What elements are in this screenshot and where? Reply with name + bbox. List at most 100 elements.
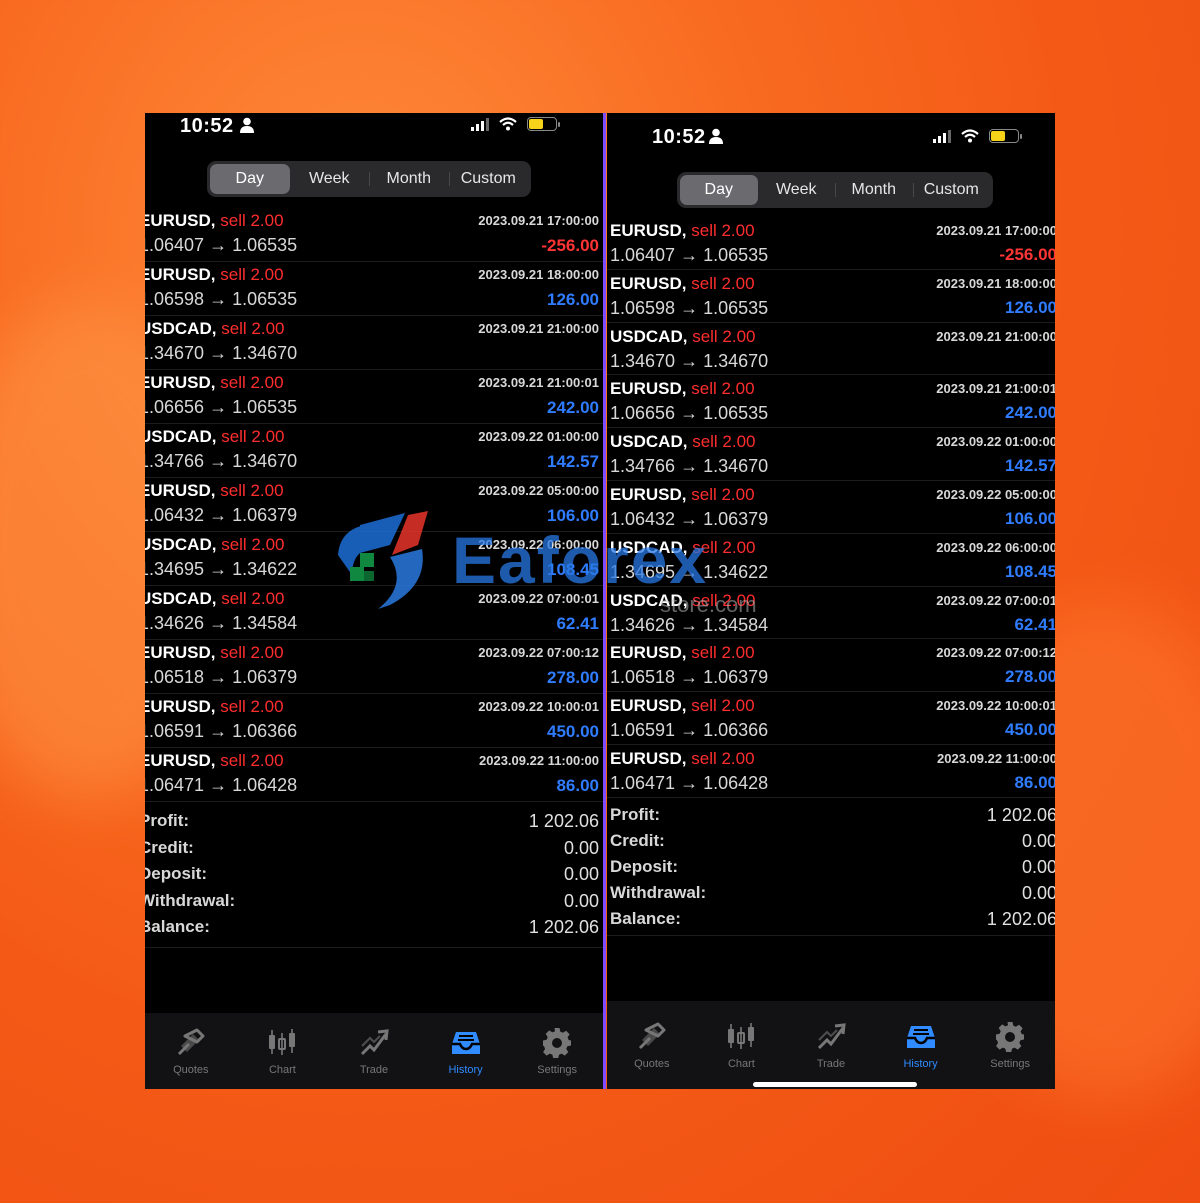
trade-prices: 1.06591 → 1.06366 bbox=[610, 720, 769, 741]
trade-prices: 1.34626 → 1.34584 bbox=[145, 613, 298, 633]
segment-week[interactable]: Week bbox=[290, 164, 370, 194]
trade-row[interactable]: USDCAD, sell 2.00 2023.09.22 01:00:00 1.34… bbox=[145, 424, 603, 478]
trade-symbol: USDCAD, sell 2.00 bbox=[145, 319, 285, 338]
trade-row[interactable]: USDCAD, sell 2.00 2023.09.22 01:00:00 1.34… bbox=[607, 428, 1055, 481]
tab-chart[interactable]: Chart bbox=[697, 1001, 787, 1089]
trade-prices: 1.06407 → 1.06535 bbox=[145, 235, 298, 255]
trade-row[interactable]: EURUSD, sell 2.00 2023.09.22 11:00:00 1.06… bbox=[607, 745, 1055, 798]
trade-row[interactable]: EURUSD, sell 2.00 2023.09.22 10:00:01 1.06… bbox=[145, 694, 603, 748]
tab-label: History bbox=[448, 1064, 483, 1076]
segment-custom[interactable]: Custom bbox=[448, 164, 529, 194]
trade-side: sell 2.00 bbox=[220, 643, 284, 662]
summary-value: 0.00 bbox=[1021, 857, 1055, 877]
summary-value: 1 202.06 bbox=[528, 917, 599, 937]
summary-row: Credit: 0.00 bbox=[607, 828, 1055, 854]
summary-value: 0.00 bbox=[563, 837, 599, 858]
trade-time: 2023.09.22 11:00:00 bbox=[479, 753, 599, 768]
person-icon bbox=[240, 117, 254, 133]
tab-settings[interactable]: Settings bbox=[965, 1001, 1055, 1089]
tab-quotes[interactable]: Quotes bbox=[145, 1013, 237, 1089]
watermark-brand: Eaforex bbox=[452, 523, 709, 597]
trade-row[interactable]: EURUSD, sell 2.00 2023.09.21 18:00:00 1.06… bbox=[145, 262, 603, 316]
trade-time: 2023.09.22 10:00:01 bbox=[478, 699, 599, 714]
tab-quotes[interactable]: Quotes bbox=[607, 1001, 697, 1089]
segment-day[interactable]: Day bbox=[680, 175, 758, 205]
trade-row[interactable]: EURUSD, sell 2.00 2023.09.21 17:00:00 1.06… bbox=[607, 217, 1055, 270]
history-inbox-icon bbox=[450, 1026, 482, 1058]
trade-row[interactable]: EURUSD, sell 2.00 2023.09.22 07:00:12 1.06… bbox=[145, 640, 603, 694]
summary-row: Withdrawal: 0.00 bbox=[145, 888, 603, 915]
tab-label: Settings bbox=[537, 1064, 578, 1076]
trade-prices: 1.34670 → 1.34670 bbox=[610, 350, 769, 371]
trade-row[interactable]: EURUSD, sell 2.00 2023.09.22 07:00:12 1.06… bbox=[607, 639, 1055, 693]
summary-value: 1 202.06 bbox=[986, 909, 1055, 929]
trade-profit: 242.00 bbox=[1005, 403, 1055, 423]
status-bar: 10:52 bbox=[145, 113, 603, 145]
tab-history[interactable]: History bbox=[876, 1001, 966, 1089]
trade-side: sell 2.00 bbox=[691, 484, 755, 504]
trade-side: sell 2.00 bbox=[691, 379, 755, 399]
trade-row[interactable]: USDCAD, sell 2.00 2023.09.21 21:00:00 1.34… bbox=[145, 316, 603, 370]
trade-symbol: USDCAD, sell 2.00 bbox=[145, 589, 285, 608]
summary-row: Credit: 0.00 bbox=[145, 835, 603, 862]
trade-symbol: USDCAD, sell 2.00 bbox=[610, 326, 756, 346]
status-time: 10:52 bbox=[652, 126, 706, 148]
tab-label: Chart bbox=[268, 1064, 296, 1076]
summary-row: Withdrawal: 0.00 bbox=[607, 880, 1055, 906]
trade-side: sell 2.00 bbox=[691, 273, 755, 293]
signal-icon bbox=[471, 117, 489, 131]
trade-side: sell 2.00 bbox=[692, 326, 756, 346]
trade-prices: 1.06591 → 1.06366 bbox=[145, 721, 298, 741]
trade-time: 2023.09.21 21:00:01 bbox=[478, 375, 599, 390]
trade-side: sell 2.00 bbox=[221, 535, 285, 554]
trade-profit: 86.00 bbox=[1014, 772, 1055, 792]
trade-symbol: USDCAD, sell 2.00 bbox=[145, 427, 285, 446]
trade-time: 2023.09.22 01:00:00 bbox=[478, 429, 599, 444]
trade-prices: 1.06471 → 1.06428 bbox=[145, 775, 298, 795]
segment-custom[interactable]: Custom bbox=[912, 175, 991, 205]
trade-side: sell 2.00 bbox=[220, 265, 284, 284]
trade-side: sell 2.00 bbox=[220, 697, 284, 716]
trade-side: sell 2.00 bbox=[221, 427, 285, 446]
trade-profit: 450.00 bbox=[1005, 720, 1055, 740]
trade-symbol: EURUSD, sell 2.00 bbox=[145, 643, 284, 662]
trade-row[interactable]: EURUSD, sell 2.00 2023.09.21 21:00:01 1.06… bbox=[607, 375, 1055, 429]
tab-trade[interactable]: Trade bbox=[786, 1001, 876, 1089]
summary-value: 0.00 bbox=[1021, 883, 1055, 903]
summary-label: Withdrawal: bbox=[610, 883, 707, 902]
status-time: 10:52 bbox=[180, 115, 234, 137]
tab-history[interactable]: History bbox=[420, 1013, 512, 1089]
trade-side: sell 2.00 bbox=[691, 643, 755, 663]
segment-month[interactable]: Month bbox=[369, 164, 449, 194]
trade-row[interactable]: EURUSD, sell 2.00 2023.09.21 17:00:00 1.06… bbox=[145, 208, 603, 262]
trade-row[interactable]: EURUSD, sell 2.00 2023.09.22 11:00:00 1.06… bbox=[145, 748, 603, 802]
segment-week[interactable]: Week bbox=[758, 175, 836, 205]
tab-trade[interactable]: Trade bbox=[328, 1013, 420, 1089]
segment-day[interactable]: Day bbox=[210, 164, 290, 194]
wifi-icon bbox=[961, 129, 979, 143]
segment-month[interactable]: Month bbox=[835, 175, 913, 205]
trade-symbol: EURUSD, sell 2.00 bbox=[145, 211, 284, 230]
trade-time: 2023.09.21 21:00:01 bbox=[936, 381, 1055, 397]
tab-label: Quotes bbox=[173, 1064, 209, 1076]
tab-chart[interactable]: Chart bbox=[237, 1013, 329, 1089]
trade-row[interactable]: EURUSD, sell 2.00 2023.09.21 18:00:00 1.06… bbox=[607, 270, 1055, 323]
trade-row[interactable]: USDCAD, sell 2.00 2023.09.21 21:00:00 1.34… bbox=[607, 323, 1055, 376]
tab-settings[interactable]: Settings bbox=[511, 1013, 603, 1089]
trade-symbol: EURUSD, sell 2.00 bbox=[145, 697, 284, 716]
trade-symbol: EURUSD, sell 2.00 bbox=[610, 379, 755, 399]
trade-profit: 108.45 bbox=[1005, 561, 1055, 581]
trade-prices: 1.06407 → 1.06535 bbox=[610, 245, 769, 265]
trade-symbol: EURUSD, sell 2.00 bbox=[610, 643, 755, 663]
watermark-subtext: store.com bbox=[660, 592, 757, 617]
trade-row[interactable]: EURUSD, sell 2.00 2023.09.21 21:00:01 1.06… bbox=[145, 370, 603, 424]
trade-prices: 1.34766 → 1.34670 bbox=[610, 456, 769, 477]
trade-time: 2023.09.21 17:00:00 bbox=[478, 213, 599, 228]
trade-side: sell 2.00 bbox=[220, 373, 284, 392]
trade-symbol: EURUSD, sell 2.00 bbox=[610, 748, 755, 768]
wifi-icon bbox=[499, 117, 517, 131]
trade-row[interactable]: EURUSD, sell 2.00 2023.09.22 10:00:01 1.06… bbox=[607, 692, 1055, 745]
account-summary: Profit:1 202.06Credit:0.00Deposit:0.00Wi… bbox=[145, 808, 603, 948]
trade-time: 2023.09.22 05:00:00 bbox=[478, 483, 599, 498]
trade-prices: 1.06598 → 1.06535 bbox=[145, 289, 298, 309]
